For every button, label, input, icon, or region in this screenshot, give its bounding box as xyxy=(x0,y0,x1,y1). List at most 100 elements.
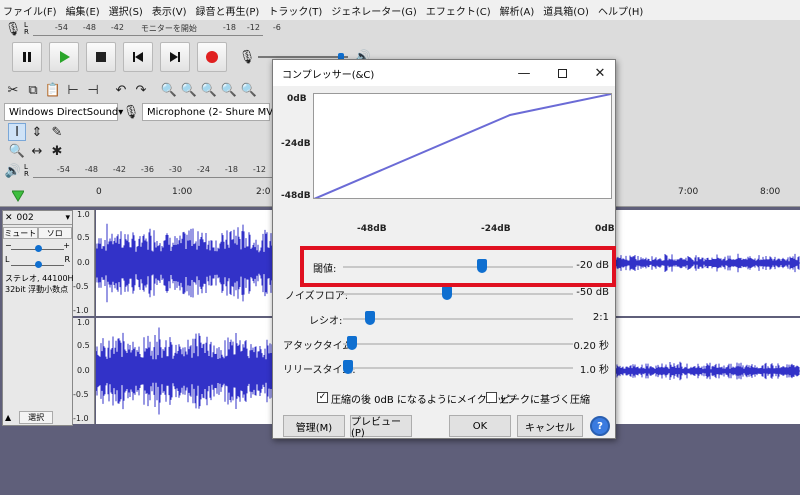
copy-icon[interactable]: ⧉ xyxy=(24,81,42,99)
playback-meter-scale[interactable]: -54-48-42-36-30-24-18-12-6 xyxy=(32,164,289,178)
select-track-row[interactable]: ▲ 選択 xyxy=(5,410,65,424)
play-button[interactable] xyxy=(49,42,79,72)
makeup-gain-checkbox[interactable]: ✓ xyxy=(317,392,328,403)
recording-volume-slider[interactable] xyxy=(258,53,348,61)
menu-item[interactable]: ヘルプ(H) xyxy=(598,3,643,18)
slider-thumb[interactable] xyxy=(347,336,358,350)
meter-tick: モニターを開始 xyxy=(140,24,197,33)
menu-item[interactable]: 表示(V) xyxy=(152,3,187,18)
param-slider[interactable] xyxy=(343,343,573,345)
undo-icon[interactable]: ↶ xyxy=(112,81,130,99)
zoom-tool-icon[interactable]: 🔍 xyxy=(8,142,26,160)
param-slider[interactable] xyxy=(343,367,573,369)
menu-item[interactable]: ファイル(F) xyxy=(3,3,57,18)
menu-item[interactable]: 解析(A) xyxy=(500,3,535,18)
menu-item[interactable]: 録音と再生(P) xyxy=(196,3,260,18)
edit-toolbar: ✂ ⧉ 📋 ⊢ ⊣ ↶ ↷ 🔍 🔍 🔍 🔍 🔍 xyxy=(4,80,260,100)
help-button[interactable]: ? xyxy=(590,416,610,436)
recording-device-select[interactable]: Microphone (2- Shure MV7) xyxy=(142,103,283,121)
manage-button[interactable]: 管理(M) xyxy=(283,415,345,437)
chevron-down-icon[interactable]: ▾ xyxy=(65,213,70,223)
meter-tick: -6 xyxy=(272,23,281,32)
zoom-out-icon[interactable]: 🔍 xyxy=(180,81,198,99)
speaker-icon[interactable]: 🔊 xyxy=(4,162,22,180)
redo-icon[interactable]: ↷ xyxy=(132,81,150,99)
menu-item[interactable]: トラック(T) xyxy=(268,3,322,18)
meter-tick: -12 xyxy=(252,165,266,174)
menu-item[interactable]: エフェクト(C) xyxy=(426,3,491,18)
solo-button[interactable]: ソロ xyxy=(37,227,72,239)
silence-icon[interactable]: ⊣ xyxy=(84,81,102,99)
close-icon[interactable]: ✕ xyxy=(5,213,13,223)
graph-y-label: -24dB xyxy=(281,139,311,149)
minimize-button[interactable]: — xyxy=(509,60,539,86)
menu-item[interactable]: 編集(E) xyxy=(66,3,100,18)
play-icon xyxy=(60,51,70,63)
pause-icon xyxy=(23,52,31,62)
close-button[interactable]: ✕ xyxy=(585,60,615,86)
mute-button[interactable]: ミュート xyxy=(3,227,38,239)
menu-item[interactable]: ジェネレーター(G) xyxy=(331,3,417,18)
collapse-icon[interactable]: ▲ xyxy=(5,413,11,422)
trim-icon[interactable]: ⊢ xyxy=(64,81,82,99)
stop-icon xyxy=(96,52,106,62)
meter-tick: -54 xyxy=(54,23,68,32)
recording-meter[interactable]: 🎙 LR -54 -48 -42 モニターを開始 -18 -12 -6 xyxy=(4,20,281,38)
maximize-button[interactable] xyxy=(547,60,577,86)
graph-x-label: -24dB xyxy=(481,224,511,234)
meter-tick: -24 xyxy=(196,165,210,174)
menu-item[interactable]: 道具箱(O) xyxy=(543,3,589,18)
slider-thumb[interactable] xyxy=(343,360,353,374)
param-slider[interactable] xyxy=(343,293,573,295)
skip-to-start-button[interactable] xyxy=(123,42,153,72)
threshold-highlight-box xyxy=(300,246,616,287)
timeline-arrow-icon[interactable] xyxy=(12,190,24,202)
track-control-panel: ✕ 002 ▾ ミュート ソロ − + L R ステレオ, 44100Hz 32… xyxy=(2,210,78,426)
pause-button[interactable] xyxy=(12,42,42,72)
meter-tick: -42 xyxy=(110,23,124,32)
select-button[interactable]: 選択 xyxy=(19,410,54,424)
preview-button[interactable]: プレビュー(P) xyxy=(350,415,412,439)
track-header[interactable]: ✕ 002 ▾ xyxy=(3,211,72,225)
param-row: レシオ: 2:1 xyxy=(273,308,617,328)
cut-icon[interactable]: ✂ xyxy=(4,81,22,99)
fit-selection-icon[interactable]: 🔍 xyxy=(200,81,218,99)
zoom-toggle-icon[interactable]: 🔍 xyxy=(240,81,258,99)
envelope-tool-icon[interactable]: ⇕ xyxy=(28,123,46,141)
menu-item[interactable]: 選択(S) xyxy=(109,3,143,18)
ok-button[interactable]: OK xyxy=(449,415,511,437)
compressor-curve xyxy=(313,93,612,200)
gain-slider[interactable]: − + xyxy=(3,241,72,255)
fit-project-icon[interactable]: 🔍 xyxy=(220,81,238,99)
audio-host-select[interactable]: Windows DirectSound ▾ xyxy=(4,103,123,121)
param-value: -50 dB xyxy=(576,287,609,298)
meter-tick: -48 xyxy=(84,165,98,174)
multi-tool-icon[interactable]: ✱ xyxy=(48,142,66,160)
microphone-icon[interactable]: 🎙 xyxy=(4,20,22,38)
draw-tool-icon[interactable]: ✎ xyxy=(48,123,66,141)
selection-tool-icon[interactable]: I xyxy=(8,123,26,141)
meter-tick: -54 xyxy=(56,165,70,174)
paste-icon[interactable]: 📋 xyxy=(44,81,62,99)
pan-slider[interactable]: L R xyxy=(3,255,72,269)
zoom-in-icon[interactable]: 🔍 xyxy=(160,81,178,99)
graph-y-label: 0dB xyxy=(287,94,307,104)
param-slider[interactable] xyxy=(343,318,573,320)
meter-tick: -12 xyxy=(246,23,260,32)
record-icon xyxy=(206,51,218,63)
slider-thumb[interactable] xyxy=(365,311,375,325)
meter-scale[interactable]: -54 -48 -42 モニターを開始 -18 -12 -6 xyxy=(32,22,281,36)
timeline-label: 0 xyxy=(96,187,102,197)
cancel-button[interactable]: キャンセル xyxy=(517,415,583,437)
graph-y-label: -48dB xyxy=(281,191,311,201)
time-shift-tool-icon[interactable]: ↔ xyxy=(28,142,46,160)
minimize-icon: — xyxy=(517,65,531,81)
record-button[interactable] xyxy=(197,42,227,72)
playback-meter[interactable]: 🔊 LR -54-48-42-36-30-24-18-12-6 xyxy=(4,162,289,180)
stop-button[interactable] xyxy=(86,42,116,72)
peak-based-checkbox[interactable] xyxy=(486,392,497,403)
slider-thumb[interactable] xyxy=(442,286,452,300)
skip-to-end-button[interactable] xyxy=(160,42,190,72)
track-name[interactable]: 002 xyxy=(17,213,34,223)
meter-lr: LR xyxy=(24,21,29,36)
